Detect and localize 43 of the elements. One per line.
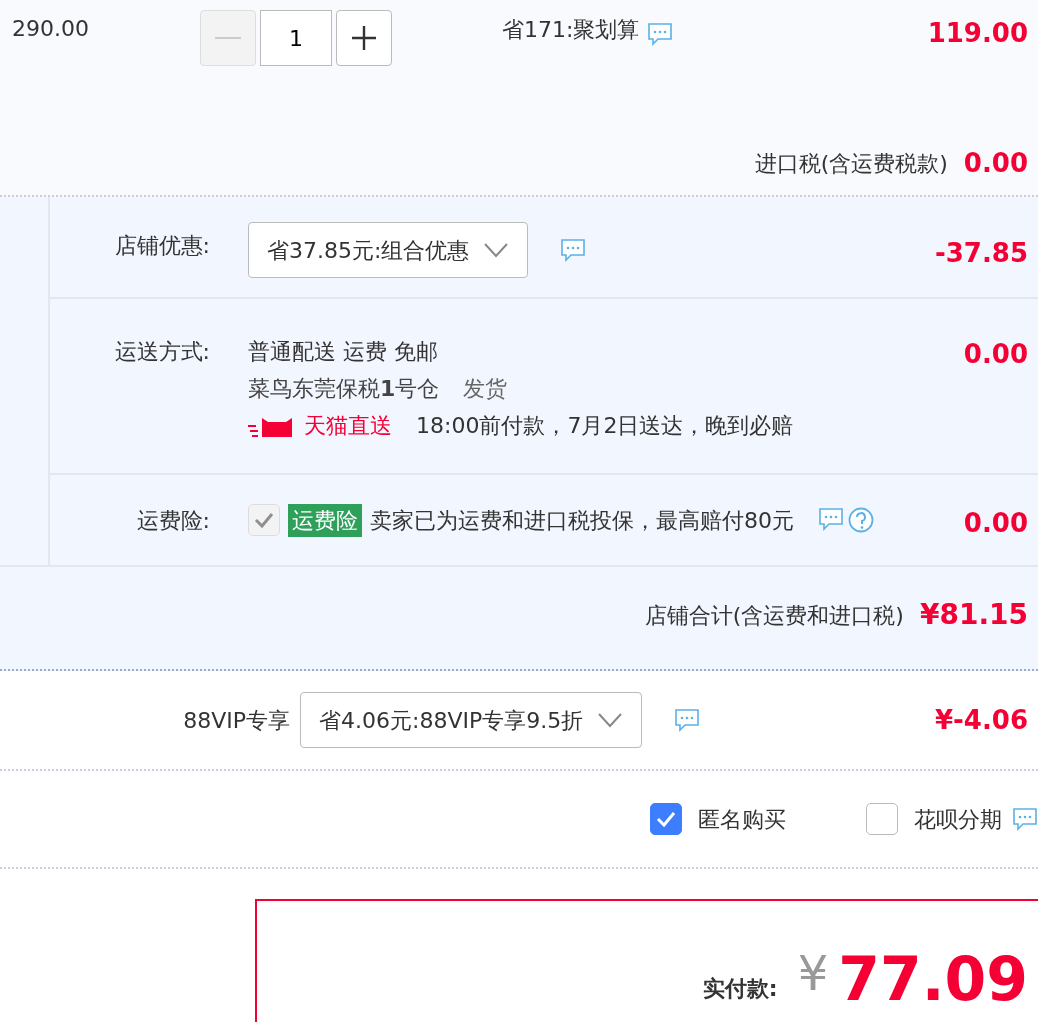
amount: 0.00 (963, 506, 1028, 540)
chat-bubble-icon (647, 22, 674, 46)
promo-text: 省171:聚划算 (502, 15, 640, 44)
dispatch-text: 发货 (463, 375, 508, 403)
delivery-promise: 18:00前付款，7月2日送达，晚到必赔 (416, 412, 794, 440)
chevron-down-icon (483, 242, 510, 258)
field-label: 运送方式: (113, 338, 210, 366)
payment-amount: 77.09 (838, 949, 1028, 1009)
currency-symbol: ¥ (797, 944, 829, 1003)
plus-icon (351, 25, 377, 51)
field-label: 运费险: (135, 506, 210, 535)
amount: 0.00 (963, 338, 1028, 371)
tax-amount: 0.00 (963, 147, 1028, 180)
option-checkbox[interactable]: 匿名购买 (650, 802, 786, 836)
chevron-down-icon (597, 712, 624, 728)
option-checkbox[interactable]: 花呗分期 (866, 802, 1002, 836)
quantity-field[interactable]: 1 (260, 10, 332, 66)
chat-bubble-icon (674, 708, 701, 732)
discount-select[interactable]: 省37.85元:组合优惠 (248, 222, 529, 278)
checkmark-icon (656, 811, 676, 827)
chat-bubble-icon (818, 507, 844, 531)
store-total: ¥81.15 (919, 597, 1028, 633)
increase-button[interactable] (336, 10, 392, 66)
unit-price: 290.00 (12, 15, 90, 43)
field-label: 店铺优惠: (113, 231, 210, 260)
vip-label: 88VIP专享 (182, 706, 290, 735)
warehouse-name: 菜鸟东莞保税1号仓 (248, 375, 440, 403)
help-icon (848, 507, 874, 533)
chat-bubble-icon (560, 238, 587, 262)
checkmark-icon (254, 512, 274, 528)
delivery-label: 天猫直送 (248, 409, 392, 442)
insurance-tag: 运费险 (288, 503, 362, 537)
insurance-text: 卖家已为运费和进口税投保，最高赔付80元 (370, 506, 794, 535)
minus-icon (215, 36, 241, 40)
shipping-method: 普通配送 运费 免邮 (248, 338, 439, 366)
tax-label: 进口税(含运费税款) (754, 150, 948, 178)
subtotal-amount: 119.00 (927, 17, 1028, 50)
chat-bubble-icon (1012, 807, 1038, 831)
store-total-label: 店铺合计(含运费和进口税) (644, 601, 904, 630)
vip-amount: ¥-4.06 (934, 703, 1028, 737)
amount: -37.85 (934, 236, 1028, 270)
payment-label: 实付款: (702, 975, 778, 1003)
vip-discount-select[interactable]: 省4.06元:88VIP专享9.5折 (300, 692, 643, 748)
